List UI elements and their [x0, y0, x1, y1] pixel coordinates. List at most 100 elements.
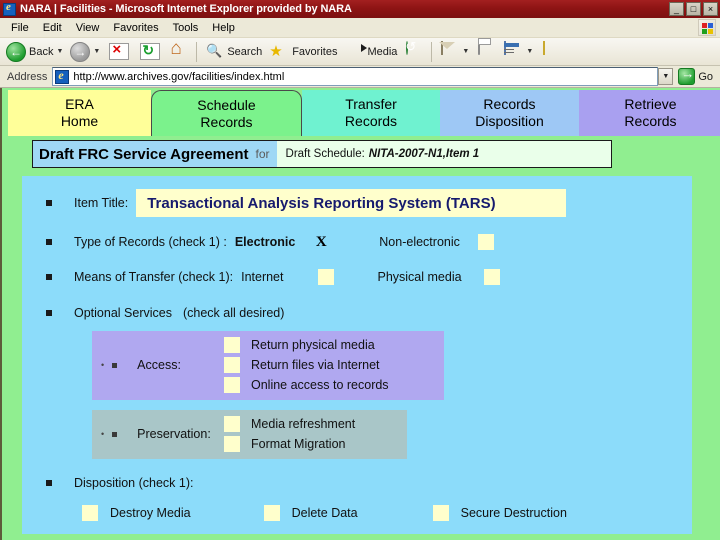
access-return-files-internet-checkbox[interactable]: [224, 357, 240, 373]
sub-bullet-icon: [112, 431, 118, 437]
chevron-down-icon[interactable]: ▼: [462, 48, 469, 55]
item-title-label: Item Title:: [74, 196, 129, 210]
means-option-internet-checkbox[interactable]: [318, 269, 335, 285]
means-option-physical-checkbox[interactable]: [483, 269, 500, 285]
address-input[interactable]: http://www.archives.gov/facilities/index…: [52, 67, 659, 86]
menu-item-tools[interactable]: Tools: [166, 20, 206, 36]
optional-services-row: Optional Services (check all desired): [22, 303, 692, 323]
disposition-option-1-label: Destroy Media: [110, 506, 191, 520]
disposition-delete-data-checkbox[interactable]: [263, 505, 280, 521]
minimize-button[interactable]: _: [669, 2, 684, 16]
preservation-option-2: Format Migration: [224, 436, 355, 452]
preservation-format-migration-checkbox[interactable]: [224, 436, 240, 452]
bullet-icon: [46, 200, 52, 206]
preservation-lead: • Preservation:: [92, 427, 224, 441]
notes-button[interactable]: [537, 40, 563, 64]
disposition-destroy-media-checkbox[interactable]: [82, 505, 98, 521]
preservation-option-2-label: Format Migration: [251, 437, 346, 451]
access-option-list: Return physical media Return files via I…: [224, 337, 389, 393]
edit-button[interactable]: ▼: [500, 40, 536, 64]
disposition-option-2-label: Delete Data: [291, 506, 358, 520]
print-button[interactable]: [473, 40, 499, 64]
windows-flag-icon: [698, 19, 716, 36]
go-arrow-icon: [678, 66, 696, 85]
disposition-options: Destroy Media Delete Data Secure Destruc…: [82, 505, 692, 521]
disposition-secure-destruction-checkbox[interactable]: [432, 505, 449, 521]
preservation-media-refreshment-checkbox[interactable]: [224, 416, 240, 432]
access-return-physical-media-checkbox[interactable]: [224, 337, 240, 353]
preservation-row: • Preservation: Media refreshment Format…: [92, 416, 407, 452]
note-icon: [540, 40, 560, 62]
browser-window: NARA | Facilities - Microsoft Internet E…: [0, 0, 720, 540]
optional-services-hint: (check all desired): [182, 306, 285, 320]
tab-schedule-records[interactable]: Schedule Records: [151, 90, 302, 136]
disposition-option-2: Delete Data: [263, 505, 358, 521]
disposition-option-3-label: Secure Destruction: [460, 506, 567, 520]
dash-icon: •: [101, 359, 105, 370]
sub-bullet-icon: [112, 362, 118, 368]
type-option-nonelectronic-checkbox[interactable]: [477, 234, 494, 250]
type-of-records-row: Type of Records (check 1) : Electronic X…: [22, 232, 692, 252]
chevron-down-icon[interactable]: ▼: [526, 48, 533, 55]
chevron-down-icon[interactable]: ▼: [93, 48, 100, 55]
page-title: Draft FRC Service Agreement: [39, 145, 249, 163]
means-option-physical-label: Physical media: [377, 270, 462, 284]
go-button[interactable]: Go: [673, 66, 718, 87]
maximize-button[interactable]: □: [686, 2, 701, 16]
bullet-icon: [46, 274, 52, 280]
back-button[interactable]: ← Back ▼: [3, 40, 66, 64]
menu-item-view[interactable]: View: [69, 20, 107, 36]
menu-item-favorites[interactable]: Favorites: [106, 20, 165, 36]
tab-era-home[interactable]: ERA Home: [8, 90, 151, 136]
schedule-reference: Draft Schedule: NITA-2007-N1, Item 1: [276, 141, 611, 167]
tab-label-line1: Transfer: [345, 96, 397, 112]
means-option-internet-label: Internet: [241, 270, 284, 284]
disposition-label: Disposition (check 1):: [74, 476, 194, 490]
forward-button[interactable]: → ▼: [67, 40, 103, 64]
navigation-toolbar: ← Back ▼ → ▼ Search Favorites Media: [0, 38, 720, 66]
refresh-button[interactable]: [135, 40, 165, 64]
stop-icon: [109, 41, 130, 60]
means-of-transfer-row: Means of Transfer (check 1): Internet Ph…: [22, 267, 692, 287]
page-icon: [55, 68, 70, 84]
toolbar-separator: [196, 41, 198, 62]
mail-button[interactable]: ▼: [436, 40, 472, 64]
address-dropdown-button[interactable]: ▼: [658, 68, 674, 85]
agreement-header: Draft FRC Service Agreement for Draft Sc…: [32, 140, 612, 168]
window-controls: _ □ ×: [669, 2, 718, 16]
tab-transfer-records[interactable]: Transfer Records: [302, 90, 440, 136]
discuss-button[interactable]: [564, 40, 590, 64]
media-button[interactable]: Media: [341, 40, 400, 64]
stop-button[interactable]: [104, 40, 134, 64]
home-button[interactable]: [166, 38, 192, 64]
discussion-icon: [567, 42, 587, 62]
history-button[interactable]: [401, 40, 427, 64]
close-button[interactable]: ×: [703, 2, 718, 16]
tab-retrieve-records[interactable]: Retrieve Records: [579, 90, 720, 136]
menu-item-help[interactable]: Help: [205, 20, 242, 36]
item-title-field[interactable]: Transactional Analysis Reporting System …: [136, 189, 567, 217]
search-button[interactable]: Search: [201, 40, 265, 64]
type-option-nonelectronic-label: Non-electronic: [379, 235, 460, 249]
era-tab-bar: ERA Home Schedule Records Transfer Recor…: [8, 90, 720, 136]
address-label: Address: [7, 70, 48, 83]
media-icon: [344, 42, 364, 62]
means-of-transfer-label: Means of Transfer (check 1):: [74, 270, 234, 284]
menu-bar: File Edit View Favorites Tools Help: [0, 18, 720, 38]
schedule-prefix-label: Draft Schedule:: [285, 148, 365, 160]
dash-icon: •: [101, 428, 105, 439]
menu-item-edit[interactable]: Edit: [36, 20, 69, 36]
access-option-3-label: Online access to records: [251, 378, 389, 392]
item-title-row: Item Title: Transactional Analysis Repor…: [22, 188, 692, 218]
back-arrow-icon: ←: [6, 41, 26, 62]
menu-item-file[interactable]: File: [4, 20, 36, 36]
access-online-access-checkbox[interactable]: [224, 377, 240, 393]
forward-arrow-icon: →: [70, 41, 91, 62]
tab-label-line1: Retrieve: [624, 96, 677, 112]
type-option-electronic-checkmark[interactable]: X: [313, 234, 329, 251]
schedule-item-number: Item 1: [445, 148, 480, 160]
favorites-button[interactable]: Favorites: [266, 40, 340, 64]
tab-records-disposition[interactable]: Records Disposition: [440, 90, 579, 136]
schedule-id: NITA-2007-N1,: [368, 148, 446, 160]
chevron-down-icon[interactable]: ▼: [56, 48, 63, 55]
